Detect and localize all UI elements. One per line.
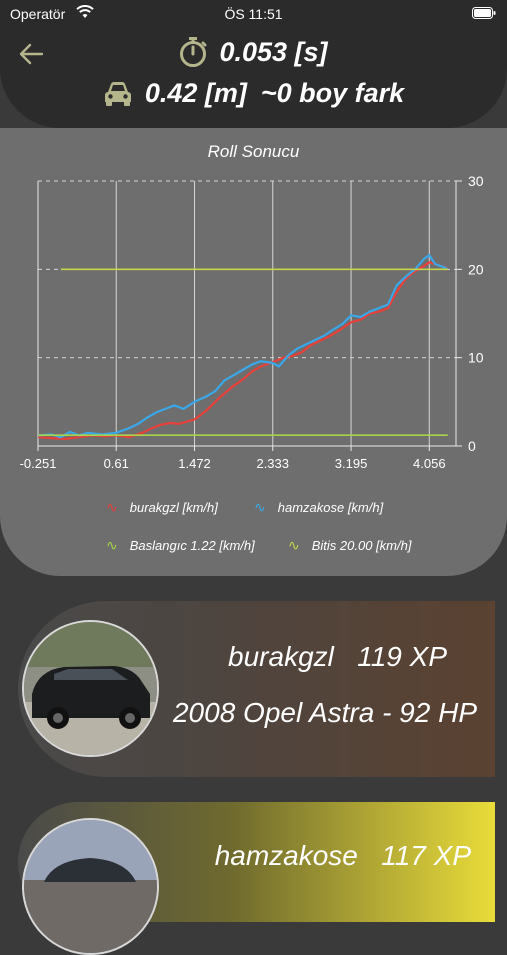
legend-label: hamzakose [km/h] — [277, 500, 384, 515]
x-tick-label: 3.195 — [335, 456, 368, 471]
car-photo-avatar — [22, 620, 159, 757]
elapsed-time: 0.053 [s] — [219, 36, 328, 67]
legend-label: burakgzl [km/h] — [129, 500, 218, 515]
y-tick-label: 0 — [468, 438, 476, 454]
elapsed-row: 0.053 [s] — [0, 36, 507, 68]
stopwatch-icon — [180, 37, 207, 67]
status-time: ÖS 11:51 — [224, 6, 283, 22]
user-name-xp: hamzakose 117 XP — [215, 840, 471, 872]
user-name-xp: burakgzl 119 XP — [228, 641, 447, 673]
user-name: burakgzl — [228, 641, 334, 672]
legend-swatch-icon: ∿ — [106, 537, 118, 553]
x-tick-label: 2.333 — [256, 456, 289, 471]
user-xp: 119 XP — [357, 641, 447, 672]
legend-swatch-icon: ∿ — [106, 499, 118, 515]
legend-item-hamzakose: ∿ hamzakose [km/h] — [254, 499, 383, 516]
legend-swatch-icon: ∿ — [288, 537, 300, 553]
legend-item-start: ∿ Baslangıc 1.22 [km/h] — [106, 537, 255, 554]
length-difference: ~0 boy fark — [260, 78, 405, 108]
x-tick-label: 4.056 — [413, 456, 446, 471]
x-tick-label: 1.472 — [178, 456, 211, 471]
legend-label: Baslangıc 1.22 [km/h] — [129, 538, 255, 553]
legend-item-burakgzl: ∿ burakgzl [km/h] — [106, 499, 218, 516]
x-tick-label: 0.61 — [104, 456, 129, 471]
series-line-0 — [38, 261, 448, 440]
legend-label: Bitis 20.00 [km/h] — [311, 538, 412, 553]
car-photo-image — [24, 622, 157, 755]
car-photo-image — [24, 820, 157, 953]
legend-item-end: ∿ Bitis 20.00 [km/h] — [288, 537, 411, 554]
legend-swatch-icon: ∿ — [254, 499, 266, 515]
status-bar: Operatör ÖS 11:51 — [0, 0, 507, 28]
user-card-hamzakose[interactable]: hamzakose 117 XP — [18, 802, 495, 955]
car-icon — [104, 81, 131, 106]
chart-card: Roll Sonucu 0 10 20 30 -0.251 0.61 1.472 2.333 3… — [0, 128, 507, 576]
distance-value: 0.42 [m] — [144, 78, 247, 108]
car-photo-avatar — [22, 818, 159, 955]
y-tick-label: 20 — [468, 261, 484, 277]
x-tick-label: -0.251 — [20, 456, 57, 471]
user-name: hamzakose — [214, 840, 358, 871]
distance-row: 0.42 [m] ~0 boy fark — [0, 78, 507, 109]
user-car: 2008 Opel Astra - 92 HP — [172, 697, 477, 728]
header: Operatör ÖS 11:51 0.053 [s] 0.42 [m] ~0 … — [0, 0, 507, 128]
y-tick-label: 30 — [468, 173, 484, 189]
battery-icon — [472, 7, 496, 19]
series-line-1 — [38, 254, 448, 439]
user-card-burakgzl[interactable]: burakgzl 119 XP 2008 Opel Astra - 92 HP — [18, 601, 495, 777]
user-xp: 117 XP — [381, 840, 471, 871]
y-tick-label: 10 — [468, 350, 484, 366]
